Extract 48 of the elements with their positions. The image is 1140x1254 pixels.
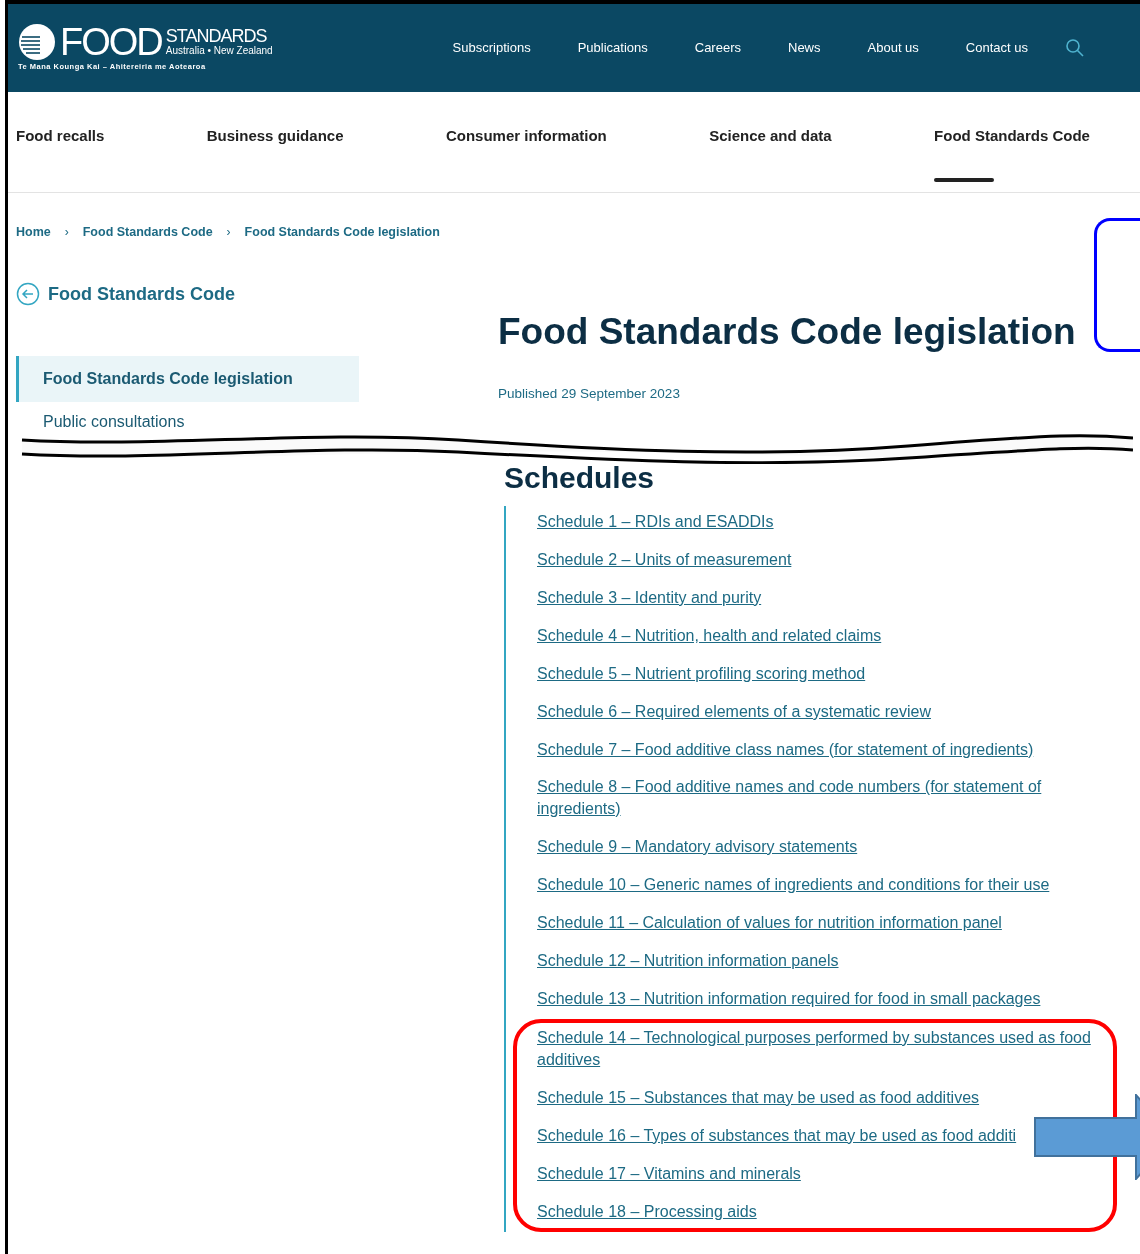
- schedule-link[interactable]: Schedule 15 – Substances that may be used as food additives: [537, 1086, 980, 1109]
- nav-link[interactable]: About us: [867, 38, 919, 58]
- section-heading: Schedules: [504, 459, 656, 496]
- schedule-link[interactable]: Schedule 13 – Nutrition information required for food in small packages: [537, 987, 1041, 1010]
- schedule-link[interactable]: Schedule 2 – Units of measurement: [537, 548, 792, 571]
- schedule-link[interactable]: Schedule 11 – Calculation of values for nutrition information panel: [537, 911, 1002, 934]
- schedule-link[interactable]: Schedule 10 – Generic names of ingredients and conditions for their use: [537, 873, 1050, 896]
- search-icon[interactable]: [1065, 38, 1085, 58]
- schedule-link[interactable]: Schedule 7 – Food additive class names (for statement of ingredients): [537, 738, 1034, 761]
- breadcrumb-separator: ›: [226, 224, 231, 242]
- schedule-link[interactable]: Schedule 1 – RDIs and ESADDIs: [537, 510, 774, 533]
- schedule-link[interactable]: Schedule 6 – Required elements of a systematic review: [537, 700, 931, 723]
- logo-icon: [18, 23, 56, 62]
- logo-region: Australia • New Zealand: [165, 45, 273, 58]
- logo-wordmark: FOOD: [60, 23, 162, 62]
- nav-tab[interactable]: Food recalls: [16, 92, 105, 192]
- nav-tab[interactable]: Science and data: [709, 92, 832, 192]
- schedule-link[interactable]: Schedule 18 – Processing aids: [537, 1200, 757, 1223]
- schedule-link[interactable]: Schedule 16 – Types of substances that may be used as food additi: [537, 1124, 1017, 1147]
- back-link[interactable]: Food Standards Code: [16, 280, 359, 308]
- sidebar-item[interactable]: Public consultations: [16, 401, 359, 434]
- published-date: 29 September 2023: [561, 385, 680, 404]
- back-link-text: Food Standards Code: [48, 282, 235, 306]
- breadcrumb-link[interactable]: Food Standards Code: [82, 223, 213, 242]
- nav-tab[interactable]: Consumer information: [445, 92, 607, 192]
- breadcrumb-link[interactable]: Food Standards Code legislation: [244, 223, 440, 242]
- nav-tab[interactable]: Food Standards Code: [934, 92, 1090, 192]
- nav-link[interactable]: Careers: [694, 38, 741, 58]
- schedule-link[interactable]: Schedule 8 – Food additive names and code numbers (for statement of ingredients): [537, 775, 1120, 820]
- breadcrumb-link[interactable]: Home: [16, 223, 51, 242]
- active-tab-underline: [934, 177, 995, 182]
- schedule-link[interactable]: Schedule 14 – Technological purposes performed by substances used as food additives: [537, 1026, 1093, 1071]
- schedule-link[interactable]: Schedule 12 – Nutrition information panels: [537, 949, 839, 972]
- published-label: Published: [498, 385, 558, 404]
- breadcrumb-separator: ›: [64, 224, 69, 242]
- logo-text: STANDARDS: [165, 27, 267, 46]
- nav-link[interactable]: Subscriptions: [452, 38, 531, 58]
- schedule-link[interactable]: Schedule 5 – Nutrient profiling scoring method: [537, 662, 866, 685]
- sidebar-item[interactable]: Food Standards Code legislation: [16, 355, 359, 402]
- nav-link[interactable]: Publications: [577, 38, 648, 58]
- schedule-link[interactable]: Schedule 9 – Mandatory advisory statements: [537, 835, 858, 858]
- schedule-link[interactable]: Schedule 3 – Identity and purity: [537, 586, 762, 609]
- page-title: Food Standards Code legislation: [498, 309, 1076, 354]
- nav-link[interactable]: Contact us: [965, 38, 1028, 58]
- nav-tab[interactable]: Business guidance: [206, 92, 344, 192]
- nav-link[interactable]: News: [788, 38, 821, 58]
- schedule-link[interactable]: Schedule 17 – Vitamins and minerals: [537, 1162, 801, 1185]
- schedule-link[interactable]: Schedule 4 – Nutrition, health and related claims: [537, 624, 882, 647]
